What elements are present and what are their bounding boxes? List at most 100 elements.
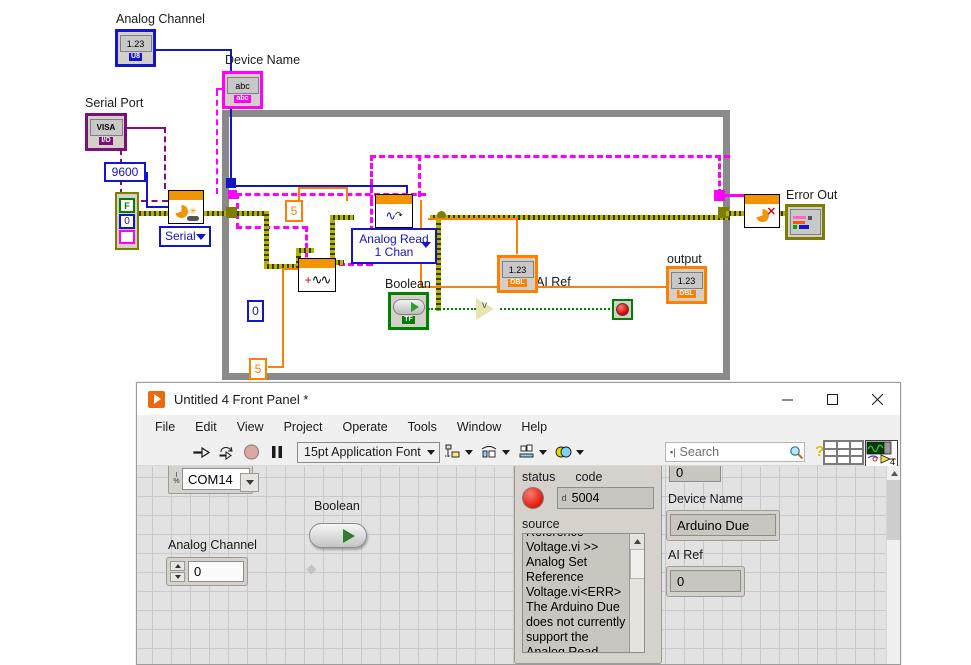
- bd-label-serial-port: Serial Port: [85, 96, 144, 110]
- pause-button[interactable]: [264, 441, 289, 464]
- ai-ref-value: 0: [670, 570, 741, 592]
- wire-orange-five-h: [268, 366, 284, 368]
- device-name-value: Arduino Due: [670, 514, 776, 536]
- terminal-analog-channel-value: 1.23: [119, 35, 152, 52]
- panel-vertical-scrollbar[interactable]: [886, 466, 900, 664]
- wire-pink-to-close: [724, 194, 746, 197]
- device-name-label: Device Name: [668, 492, 744, 506]
- wire-boolean-a: [428, 308, 476, 310]
- abort-execution-button[interactable]: [239, 441, 264, 464]
- minimize-button[interactable]: [765, 383, 810, 415]
- front-panel-canvas[interactable]: I% COM14 Analog Channel 0 Boolean status…: [137, 466, 900, 664]
- menu-bar[interactable]: File Edit View Project Operate Tools Win…: [137, 415, 900, 439]
- error-code-value: 5004: [571, 491, 600, 505]
- stepper-up-icon[interactable]: [170, 561, 185, 571]
- terminal-error-out[interactable]: [785, 204, 825, 240]
- constant-error-cluster[interactable]: F 0: [115, 192, 139, 250]
- terminal-error-out-glyph: [789, 209, 821, 235]
- vi-node-init[interactable]: ✳: [168, 190, 204, 224]
- visa-resource-dropdown[interactable]: [240, 473, 259, 492]
- chevron-down-icon-analog-read: [421, 242, 431, 248]
- bd-label-ai-ref: AI Ref: [536, 275, 571, 289]
- chevron-down-icon-reorder: [576, 449, 584, 455]
- menu-tools[interactable]: Tools: [398, 417, 447, 437]
- menu-operate[interactable]: Operate: [332, 417, 397, 437]
- constant-baud-rate[interactable]: 9600: [104, 162, 146, 182]
- menu-project[interactable]: Project: [274, 417, 333, 437]
- run-button[interactable]: [189, 441, 214, 464]
- constant-error-status: F: [119, 198, 135, 213]
- not-gate-label: v: [482, 300, 487, 311]
- wire-analog-channel-h: [156, 49, 232, 51]
- error-code-field[interactable]: d 5004: [556, 487, 654, 509]
- terminal-device-name[interactable]: abc abc: [222, 71, 263, 109]
- wire-pink-right: [718, 155, 721, 195]
- menu-help[interactable]: Help: [511, 417, 557, 437]
- top-clipped-indicator[interactable]: 0: [669, 466, 721, 482]
- terminal-output[interactable]: 1.23 DBL: [666, 266, 707, 304]
- search-placeholder: Search: [679, 445, 720, 459]
- vi-node-init-selector[interactable]: Serial: [159, 226, 211, 247]
- vi-icon[interactable]: 4: [865, 440, 898, 468]
- menu-view[interactable]: View: [227, 417, 274, 437]
- constant-five-top[interactable]: 5: [285, 200, 303, 222]
- align-objects-button[interactable]: [440, 444, 477, 460]
- connector-pane[interactable]: [823, 440, 864, 465]
- terminal-device-name-type: abc: [234, 95, 251, 103]
- device-name-indicator[interactable]: Arduino Due: [666, 510, 780, 541]
- vi-node-close[interactable]: ✕: [744, 194, 780, 228]
- terminal-boolean[interactable]: TF: [388, 292, 429, 330]
- panel-scroll-thumb[interactable]: [887, 480, 900, 540]
- chevron-down-icon: [195, 233, 206, 240]
- analog-channel-value[interactable]: 0: [188, 561, 244, 582]
- analog-channel-control[interactable]: 0: [166, 557, 248, 586]
- error-cluster-indicator[interactable]: status code d 5004 source Reference Volt…: [514, 466, 662, 664]
- menu-edit[interactable]: Edit: [185, 417, 227, 437]
- analog-channel-stepper[interactable]: [170, 561, 185, 582]
- reorder-button[interactable]: [551, 444, 588, 460]
- resize-objects-button[interactable]: [514, 444, 551, 460]
- constant-five-bottom[interactable]: 5: [249, 358, 267, 380]
- close-button[interactable]: [855, 383, 900, 415]
- vi-node-analog-read-selector[interactable]: Analog Read 1 Chan: [351, 228, 437, 264]
- terminal-serial-port[interactable]: VISA I/O: [85, 113, 127, 151]
- scroll-up-icon[interactable]: [887, 466, 900, 480]
- vi-node-analog-read[interactable]: ∿ ↷: [375, 194, 413, 228]
- front-panel-window[interactable]: Untitled 4 Front Panel * File Edit View …: [136, 382, 901, 665]
- error-source-scrollbar[interactable]: [629, 534, 644, 652]
- wire-pink-j: [418, 155, 421, 197]
- search-grip-icon: ▪|: [670, 447, 676, 457]
- stop-boolean-constant[interactable]: [612, 299, 633, 320]
- toolbar[interactable]: 15pt Application Font ▪| Search ? 4: [137, 439, 900, 468]
- terminal-analog-channel[interactable]: 1.23 U8: [115, 29, 156, 67]
- error-status-label: status: [522, 470, 556, 484]
- window-buttons[interactable]: [765, 383, 900, 415]
- error-source-scroll-up-icon[interactable]: [630, 534, 644, 548]
- menu-window[interactable]: Window: [447, 417, 511, 437]
- constant-zero[interactable]: 0: [247, 300, 264, 322]
- terminal-boolean-type: TF: [402, 315, 415, 324]
- run-continuously-button[interactable]: [214, 441, 239, 464]
- stepper-down-icon[interactable]: [170, 572, 185, 582]
- search-input[interactable]: ▪| Search: [665, 442, 805, 462]
- bd-label-boolean: Boolean: [385, 277, 431, 291]
- boolean-switch-knob: [343, 528, 355, 543]
- font-selector[interactable]: 15pt Application Font: [297, 441, 440, 463]
- ai-ref-indicator[interactable]: 0: [666, 566, 745, 597]
- terminal-output-value: 1.23: [670, 272, 703, 289]
- boolean-switch[interactable]: [309, 523, 367, 548]
- toolbar-right-group[interactable]: 4: [823, 440, 898, 468]
- menu-file[interactable]: File: [145, 417, 185, 437]
- while-loop-frame[interactable]: [222, 110, 730, 380]
- error-source-field[interactable]: Reference Voltage.vi >> Analog Set Refer…: [522, 533, 645, 653]
- terminal-ai-ref-value: 1.23: [501, 261, 534, 278]
- vi-node-init-selector-label: Serial: [165, 229, 196, 243]
- error-source-scroll-thumb[interactable]: [630, 549, 644, 579]
- maximize-button[interactable]: [810, 383, 855, 415]
- vi-node-set-reference-voltage[interactable]: + ∿∿: [298, 258, 336, 292]
- terminal-ai-ref[interactable]: 1.23 DBL: [497, 255, 538, 293]
- title-bar[interactable]: Untitled 4 Front Panel *: [137, 383, 900, 415]
- distribute-objects-button[interactable]: [477, 444, 514, 460]
- vi-node-close-glyph: ✕: [745, 204, 779, 227]
- wire-orange-c: [346, 187, 348, 201]
